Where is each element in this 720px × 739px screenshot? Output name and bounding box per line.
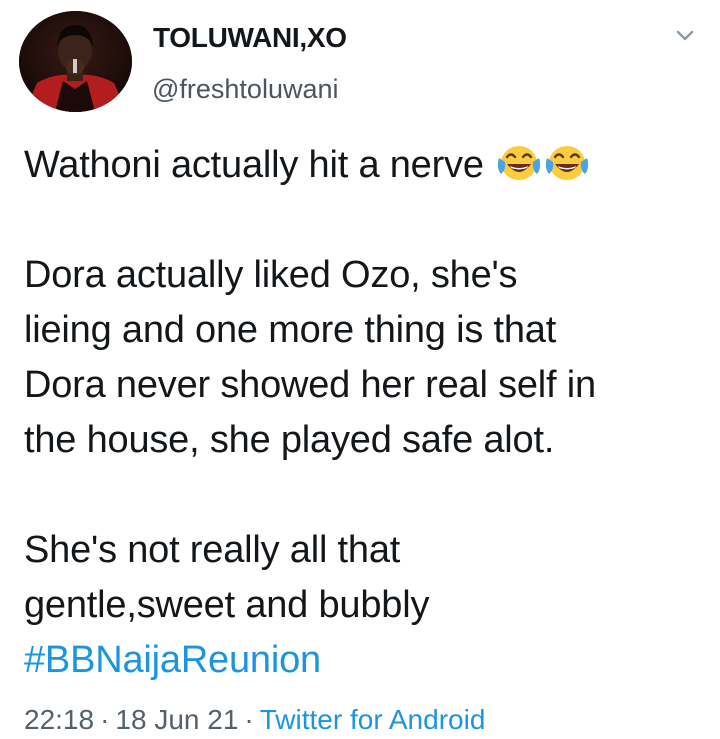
- tweet-menu-button[interactable]: [670, 24, 700, 48]
- tweet-line-text: Wathoni actually hit a nerve: [24, 144, 484, 186]
- tweet-metadata: 22:18 · 18 Jun 21 · Twitter for Android: [24, 704, 485, 736]
- tears-of-joy-emoji-icon: [498, 146, 541, 180]
- separator-dot: ·: [244, 704, 254, 735]
- hashtag-link[interactable]: #BBNaijaReunion: [24, 633, 714, 688]
- tweet-line: She's not really all that: [24, 529, 401, 571]
- tweet-date[interactable]: 18 Jun 21: [115, 704, 238, 735]
- tweet-line: Dora actually liked Ozo, she's: [24, 254, 518, 296]
- tweet-card: TOLUWANI,XO @freshtoluwani Wathoni actua…: [0, 0, 720, 739]
- tweet-time[interactable]: 22:18: [24, 704, 94, 735]
- tweet-line: the house, she played safe alot.: [24, 419, 555, 461]
- tears-of-joy-emoji-icon: [546, 146, 589, 180]
- profile-photo-icon: [19, 11, 132, 112]
- chevron-down-icon: [676, 30, 694, 41]
- author-handle[interactable]: @freshtoluwani: [152, 74, 339, 105]
- tweet-text: Wathoni actually hit a nerve Dora actual…: [24, 138, 714, 688]
- tweet-source-link[interactable]: Twitter for Android: [260, 704, 486, 735]
- author-display-name[interactable]: TOLUWANI,XO: [153, 22, 347, 54]
- separator-dot: ·: [100, 704, 110, 735]
- tweet-line: Wathoni actually hit a nerve: [24, 138, 714, 193]
- tweet-line: Dora never showed her real self in: [24, 364, 596, 406]
- avatar[interactable]: [19, 11, 132, 112]
- tweet-line: gentle,sweet and bubbly: [24, 584, 430, 626]
- tweet-line: lieing and one more thing is that: [24, 309, 557, 351]
